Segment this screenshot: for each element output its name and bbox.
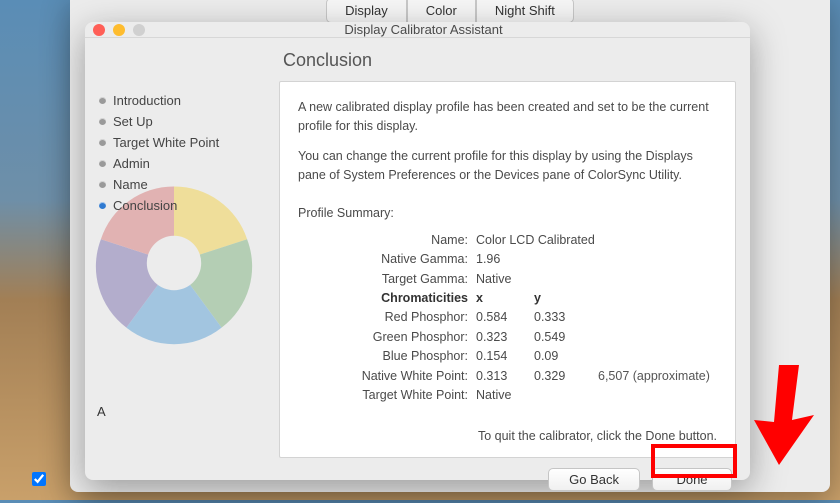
row-target-gamma-value: Native (476, 270, 511, 289)
sidebar-item-conclusion: Conclusion (99, 195, 265, 216)
sidebar-item-label: Target White Point (113, 135, 219, 150)
col-y-head: y (534, 289, 584, 308)
row-nwp-label: Native White Point: (298, 367, 468, 386)
background-checkbox-input[interactable] (32, 472, 46, 486)
main-pane: Conclusion A new calibrated display prof… (279, 48, 736, 491)
intro-paragraph-1: A new calibrated display profile has bee… (298, 98, 717, 137)
sidebar-item-name: Name (99, 174, 265, 195)
sidebar-item-label: Introduction (113, 93, 181, 108)
row-red-y: 0.333 (534, 308, 584, 327)
sidebar-item-label: Name (113, 177, 148, 192)
profile-summary-table: Name: Color LCD Calibrated Native Gamma:… (298, 231, 717, 405)
sidebar-item-introduction: Introduction (99, 90, 265, 111)
page-title: Conclusion (283, 50, 736, 71)
sidebar-list: Introduction Set Up Target White Point A… (99, 90, 265, 216)
row-green-y: 0.549 (534, 328, 584, 347)
sidebar-item-label: Admin (113, 156, 150, 171)
zoom-icon (133, 24, 145, 36)
minimize-icon[interactable] (113, 24, 125, 36)
sidebar: Introduction Set Up Target White Point A… (99, 48, 265, 491)
background-checkbox[interactable] (32, 472, 46, 486)
background-tabs: Display Color Night Shift (70, 0, 830, 23)
row-red-x: 0.584 (476, 308, 526, 327)
row-name-value: Color LCD Calibrated (476, 231, 595, 250)
sidebar-item-target-white-point: Target White Point (99, 132, 265, 153)
profile-summary-title: Profile Summary: (298, 204, 717, 223)
button-row: Go Back Done (279, 458, 736, 491)
titlebar: Display Calibrator Assistant (85, 22, 750, 38)
row-twp-value: Native (476, 386, 511, 405)
row-name-label: Name: (298, 231, 468, 250)
row-nwp-note: 6,507 (approximate) (592, 367, 710, 386)
row-nwp-x: 0.313 (476, 367, 526, 386)
row-blue-label: Blue Phosphor: (298, 347, 468, 366)
row-native-gamma-label: Native Gamma: (298, 250, 468, 269)
close-icon[interactable] (93, 24, 105, 36)
row-target-gamma-label: Target Gamma: (298, 270, 468, 289)
calibrator-window: Display Calibrator Assistant Introductio… (85, 22, 750, 480)
go-back-button[interactable]: Go Back (548, 468, 640, 491)
quit-instruction: To quit the calibrator, click the Done b… (298, 427, 717, 446)
row-twp-label: Target White Point: (298, 386, 468, 405)
row-native-gamma-value: 1.96 (476, 250, 500, 269)
row-red-label: Red Phosphor: (298, 308, 468, 327)
row-green-x: 0.323 (476, 328, 526, 347)
sidebar-label-a: A (97, 404, 106, 419)
tab-color[interactable]: Color (407, 0, 476, 23)
window-title: Display Calibrator Assistant (153, 22, 742, 37)
intro-paragraph-2: You can change the current profile for t… (298, 147, 717, 186)
sidebar-item-admin: Admin (99, 153, 265, 174)
row-chroma-label: Chromaticities (298, 289, 468, 308)
row-blue-y: 0.09 (534, 347, 584, 366)
done-button[interactable]: Done (652, 468, 732, 491)
row-nwp-y: 0.329 (534, 367, 584, 386)
tab-night-shift[interactable]: Night Shift (476, 0, 574, 23)
sidebar-item-setup: Set Up (99, 111, 265, 132)
tab-display[interactable]: Display (326, 0, 407, 23)
content-panel: A new calibrated display profile has bee… (279, 81, 736, 458)
sidebar-item-label: Conclusion (113, 198, 177, 213)
col-x-head: x (476, 289, 526, 308)
row-green-label: Green Phosphor: (298, 328, 468, 347)
row-blue-x: 0.154 (476, 347, 526, 366)
sidebar-item-label: Set Up (113, 114, 153, 129)
